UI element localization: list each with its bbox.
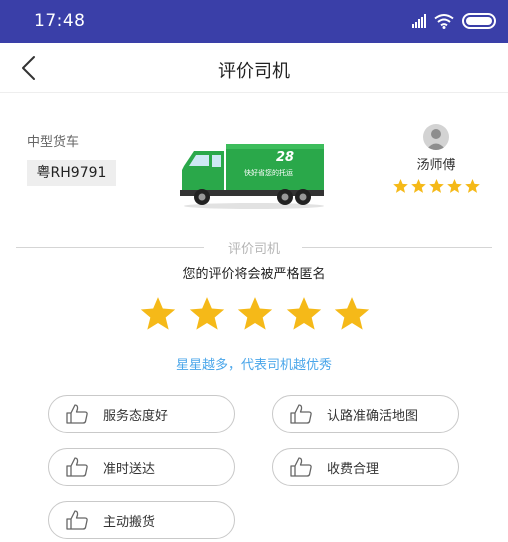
tag-button[interactable]: 认路准确活地图 (272, 395, 459, 433)
nav-bar: 评价司机 (0, 43, 508, 93)
anonymous-note: 您的评价将会被严格匿名 (182, 267, 326, 282)
status-bar: 17:48 (0, 0, 508, 43)
wifi-icon (434, 14, 454, 29)
truck-logo: 28 (276, 150, 294, 165)
license-plate: 粤RH9791 (27, 160, 116, 186)
driver-name: 汤师傅 (416, 158, 456, 173)
cellular-signal-icon (412, 14, 426, 28)
driver-avatar (423, 124, 449, 150)
star-icon (429, 179, 444, 193)
status-time: 17:48 (34, 11, 86, 31)
driver-rating-stars (392, 178, 482, 196)
thumbs-up-icon (66, 457, 88, 477)
thumbs-up-icon (290, 404, 312, 424)
tag-button[interactable]: 主动搬货 (48, 501, 235, 539)
thumbs-up-icon (66, 510, 88, 530)
thumbs-up-icon (66, 404, 88, 424)
truck-image: 28 快好省您的托运 (180, 144, 324, 209)
star-icon[interactable] (138, 293, 178, 333)
star-icon (411, 179, 426, 193)
tag-button[interactable]: 准时送达 (48, 448, 235, 486)
star-icon[interactable] (187, 293, 227, 333)
status-icons (412, 12, 496, 30)
star-icon (393, 179, 408, 193)
section-title: 评价司机 (227, 242, 280, 257)
truck-slogan: 快好省您的托运 (244, 168, 293, 177)
section-divider: 评价司机 (16, 237, 492, 257)
star-rating-input[interactable] (138, 293, 372, 335)
tag-label: 认路准确活地图 (327, 408, 419, 424)
battery-icon (462, 13, 496, 29)
tag-label: 准时送达 (103, 461, 156, 477)
tag-label: 主动搬货 (103, 514, 156, 530)
tag-button[interactable]: 服务态度好 (48, 395, 235, 433)
thumbs-up-icon (290, 457, 312, 477)
star-icon[interactable] (284, 293, 324, 333)
rating-hint: 星星越多，代表司机越优秀 (175, 358, 332, 373)
star-icon (465, 179, 480, 193)
page-title: 评价司机 (218, 61, 290, 82)
tag-label: 收费合理 (327, 461, 380, 477)
user-icon (426, 129, 446, 150)
vehicle-type: 中型货车 (27, 135, 80, 150)
star-icon (447, 179, 462, 193)
star-icon[interactable] (235, 293, 275, 333)
tag-label: 服务态度好 (103, 408, 169, 424)
star-icon[interactable] (332, 293, 372, 333)
tag-button[interactable]: 收费合理 (272, 448, 459, 486)
